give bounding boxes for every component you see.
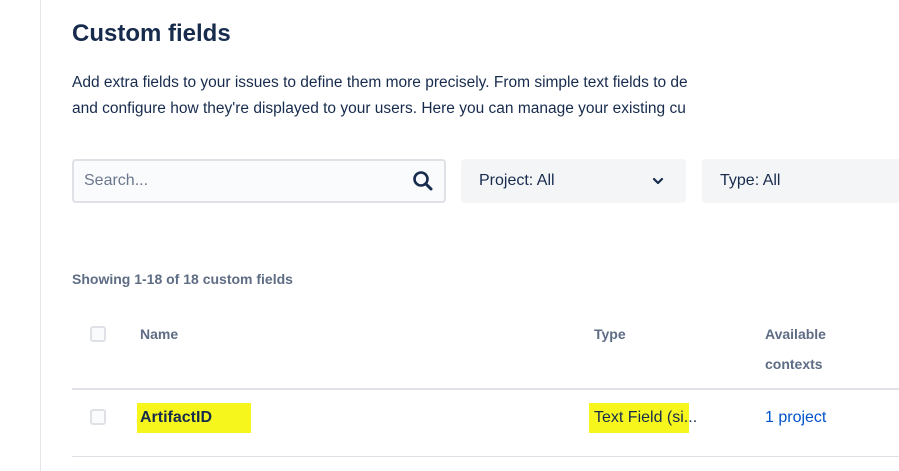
- column-header-contexts-line2: contexts: [765, 356, 823, 372]
- search-icon[interactable]: [412, 170, 434, 192]
- column-header-type[interactable]: Type: [594, 319, 626, 349]
- project-filter-select[interactable]: Project: All: [461, 159, 686, 203]
- main-content: Custom fields Add extra fields to your i…: [72, 0, 899, 471]
- description-line-2: and configure how they're displayed to y…: [72, 100, 686, 117]
- table-header: Name Type Available contexts: [72, 318, 899, 390]
- row-checkbox[interactable]: [90, 409, 106, 425]
- field-name[interactable]: ArtifactID: [140, 409, 212, 427]
- row-divider: [72, 456, 899, 457]
- page-title: Custom fields: [72, 20, 231, 47]
- sidebar-divider: [40, 0, 41, 471]
- description-line-1: Add extra fields to your issues to defin…: [72, 74, 688, 91]
- type-filter-select[interactable]: Type: All: [702, 159, 899, 203]
- select-all-checkbox[interactable]: [90, 326, 106, 342]
- custom-fields-page: Custom fields Add extra fields to your i…: [0, 0, 899, 471]
- field-contexts-link[interactable]: 1 project: [765, 409, 826, 427]
- chevron-down-icon: [652, 177, 664, 185]
- column-header-name[interactable]: Name: [140, 319, 178, 349]
- search-input[interactable]: [84, 161, 404, 201]
- column-header-contexts-line1: Available: [765, 326, 826, 342]
- table-row: ArtifactID Text Field (si... 1 project: [72, 390, 899, 456]
- results-count: Showing 1-18 of 18 custom fields: [72, 271, 293, 287]
- type-filter-label: Type: All: [720, 172, 781, 189]
- page-description: Add extra fields to your issues to defin…: [72, 70, 899, 122]
- field-type: Text Field (si...: [594, 409, 698, 426]
- search-field[interactable]: [72, 159, 446, 203]
- project-filter-label: Project: All: [479, 172, 555, 189]
